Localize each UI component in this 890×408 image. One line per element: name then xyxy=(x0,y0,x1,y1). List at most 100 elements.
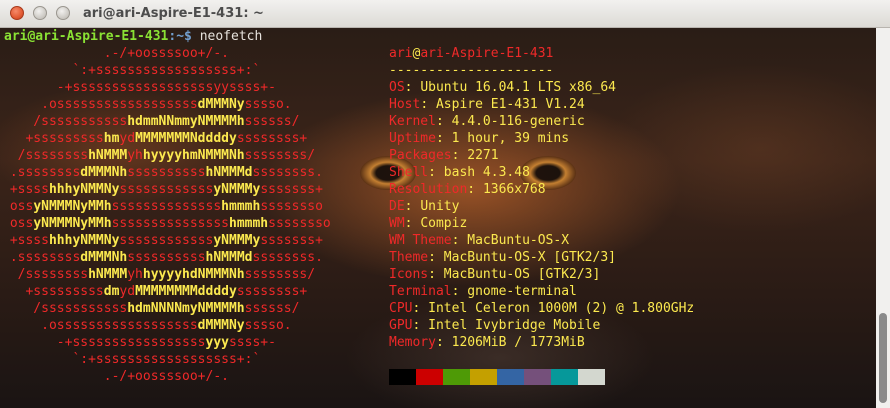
logo-segment: /ssssssss xyxy=(2,148,89,163)
logo-segment: yh xyxy=(127,148,143,163)
info-colon: : xyxy=(404,80,421,95)
info-row: Host: Aspire E1-431 V1.24 xyxy=(389,96,585,113)
logo-segment: .ssssssss xyxy=(2,165,81,180)
logo-line: +sssshhhyNMMNyssssssssssssyNMMMysssssss+ xyxy=(2,232,323,249)
info-value: 1366x768 xyxy=(482,182,546,197)
info-row: OS: Ubuntu 16.04.1 LTS x86_64 xyxy=(389,79,616,96)
info-row: Kernel: 4.4.0-116-generic xyxy=(389,113,585,130)
logo-segment: ssssssss+ xyxy=(236,131,308,146)
logo-line: -+sssssssssssssssssyyyssss+- xyxy=(2,334,276,351)
logo-line: .ssssssssdMMMNhsssssssssshNMMMdssssssss. xyxy=(2,249,323,266)
info-row: Memory: 1206MiB / 1773MiB xyxy=(389,334,585,351)
info-key: GPU xyxy=(389,318,413,333)
info-host: ari-Aspire-E1-431 xyxy=(420,46,554,61)
info-value: Aspire E1-431 V1.24 xyxy=(435,97,585,112)
logo-segment: hyyyyhdNMMMNh xyxy=(142,267,245,282)
info-colon: : xyxy=(428,250,444,265)
info-key: Uptime xyxy=(389,131,436,146)
info-row: Terminal: gnome-terminal xyxy=(389,283,577,300)
info-colon: : xyxy=(420,97,436,112)
info-key: OS xyxy=(389,80,405,95)
logo-segment: ssss+- xyxy=(228,335,276,350)
logo-segment: hNMMM xyxy=(88,148,128,163)
info-colon: : xyxy=(435,114,452,129)
logo-segment: ssssssss. xyxy=(252,165,323,180)
info-value: Intel Ivybridge Mobile xyxy=(428,318,601,333)
color-swatch xyxy=(497,369,524,385)
info-colon: : xyxy=(451,233,468,248)
logo-segment: ssssssssssss xyxy=(119,182,214,197)
info-value: 1 hour, 39 mins xyxy=(451,131,570,146)
logo-segment: ssssss/ xyxy=(244,301,300,316)
info-row: CPU: Intel Celeron 1000M (2) @ 1.800GHz xyxy=(389,300,694,317)
info-key: Kernel xyxy=(389,114,436,129)
minimize-button[interactable] xyxy=(33,6,47,20)
logo-segment: yNMMMNyMMh xyxy=(33,199,112,214)
info-separator: --------------------- xyxy=(389,63,554,78)
shell-prompt: ari@ari-Aspire-E1-431:~$ neofetch xyxy=(4,28,262,45)
logo-segment: dMMMNy xyxy=(197,318,245,333)
info-row: WM Theme: MacBuntu-OS-X xyxy=(389,232,569,249)
logo-segment: ssssssssss xyxy=(127,165,206,180)
logo-segment: /ssssssss xyxy=(2,267,89,282)
scrollbar-thumb[interactable] xyxy=(879,313,887,403)
info-key: DE xyxy=(389,199,405,214)
info-colon: : xyxy=(404,199,421,214)
maximize-button[interactable] xyxy=(56,6,70,20)
info-value: MacBuntu-OS-X [GTK2/3] xyxy=(443,250,616,265)
color-swatch xyxy=(443,369,470,385)
logo-segment: yh xyxy=(127,267,143,282)
info-value: bash 4.3.48 xyxy=(443,165,530,180)
info-colon: : xyxy=(428,267,444,282)
logo-segment: ssssssss/ xyxy=(244,267,316,282)
logo-segment: `:+ssssssssssssssssss+:` xyxy=(2,352,261,367)
prompt-path: :~$ xyxy=(168,29,192,44)
logo-segment: yyy xyxy=(205,335,229,350)
scrollbar[interactable] xyxy=(876,28,890,408)
logo-segment: -+ssssssssssssssssssyyssss+- xyxy=(2,80,276,95)
logo-line: /sssssssshNMMMyhhyyyyhmNMMMNhssssssss/ xyxy=(2,147,315,164)
color-swatch xyxy=(389,369,416,385)
info-colon: : xyxy=(404,216,421,231)
logo-segment: +sssssssss xyxy=(2,131,104,146)
terminal-content[interactable]: ari@ari-Aspire-E1-431:~$ neofetch .-/+oo… xyxy=(0,28,876,408)
close-button[interactable] xyxy=(10,6,24,20)
info-colon: : xyxy=(435,335,452,350)
info-key: Terminal xyxy=(389,284,452,299)
window-title: ari@ari-Aspire-E1-431: ~ xyxy=(83,6,264,21)
info-key: Resolution xyxy=(389,182,468,197)
logo-segment: hmmmh xyxy=(221,199,261,214)
logo-segment: MMMMMMMNddddy xyxy=(135,131,237,146)
logo-segment: -+sssssssssssssssss xyxy=(2,335,206,350)
info-colon: : xyxy=(412,318,429,333)
logo-segment: dMMMNh xyxy=(80,250,128,265)
info-key: CPU xyxy=(389,301,413,316)
info-key: WM xyxy=(389,216,405,231)
info-key: Packages xyxy=(389,148,452,163)
info-row: Icons: MacBuntu-OS [GTK2/3] xyxy=(389,266,600,283)
logo-segment: yd xyxy=(119,284,136,299)
logo-segment: sssssss+ xyxy=(260,233,323,248)
color-swatch xyxy=(470,369,497,385)
info-colon: : xyxy=(451,148,468,163)
info-row: Shell: bash 4.3.48 xyxy=(389,164,530,181)
logo-segment: ssssssssss xyxy=(127,250,206,265)
color-swatch xyxy=(524,369,551,385)
info-value: gnome-terminal xyxy=(467,284,577,299)
logo-line: .-/+oossssoo+/-. xyxy=(2,368,229,385)
color-palette xyxy=(389,369,605,385)
info-value: 1206MiB / 1773MiB xyxy=(451,335,585,350)
logo-segment: yd xyxy=(119,131,136,146)
info-user: ari xyxy=(389,46,413,61)
info-colon: : xyxy=(412,301,429,316)
logo-segment: ssssss/ xyxy=(244,114,300,129)
logo-segment: +ssss xyxy=(2,182,49,197)
logo-segment: sssssssssssssss xyxy=(111,216,229,231)
logo-segment: yNMMMNyMMh xyxy=(33,216,112,231)
info-value: Unity xyxy=(420,199,460,214)
info-value: MacBuntu-OS-X xyxy=(467,233,570,248)
logo-segment: ssssssso xyxy=(268,216,331,231)
title-bar[interactable]: ari@ari-Aspire-E1-431: ~ xyxy=(0,0,890,28)
logo-segment: hNMMMd xyxy=(205,165,253,180)
logo-segment: hhhyNMMNy xyxy=(48,233,120,248)
